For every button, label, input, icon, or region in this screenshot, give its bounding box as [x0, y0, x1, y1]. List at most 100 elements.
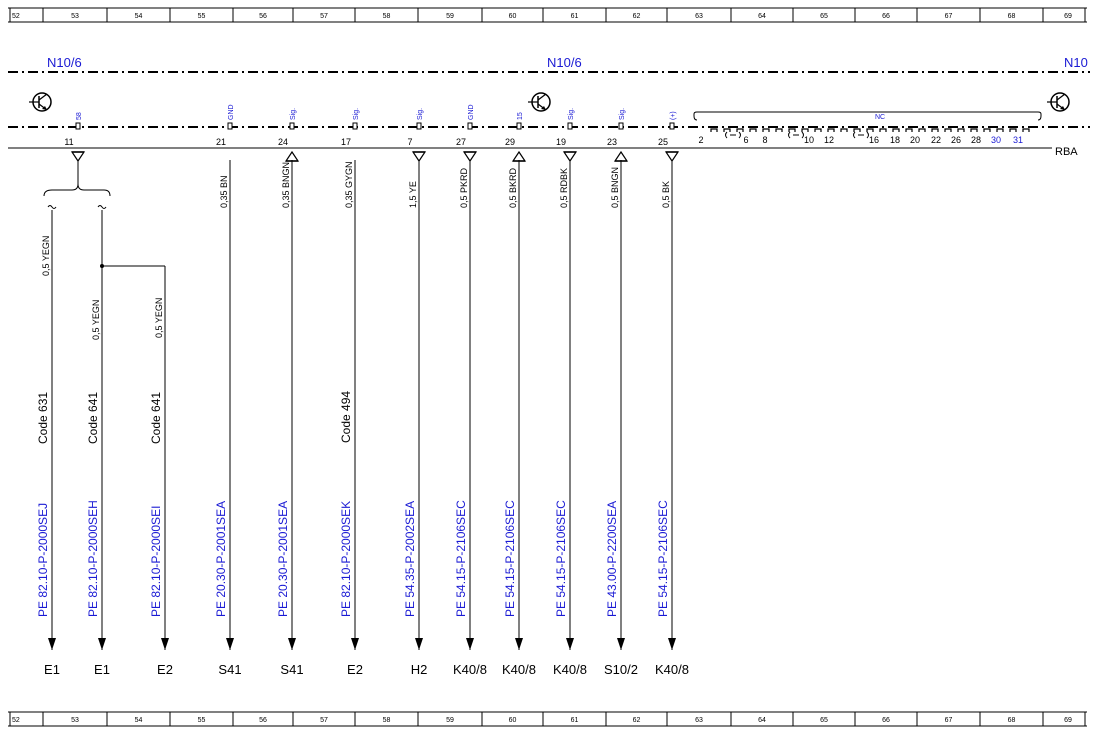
- wire-spec-label: 0,5 BNGN: [610, 167, 620, 208]
- ruler-cell-label: 59: [446, 13, 454, 20]
- reference-link: PE 82.10-P-2000SEK: [339, 501, 353, 617]
- wire-spec-label: 0,5 BK: [661, 181, 671, 208]
- nc-terminal-stub: [736, 128, 744, 132]
- nc-pin-number: 20: [910, 135, 920, 145]
- transistor-icon: [1047, 92, 1070, 112]
- connector-pin-7: Sig. 7 1,5 YE PE 54.35-P-2002SEA H2: [403, 108, 427, 677]
- signal-in-arrow-icon: [284, 150, 300, 162]
- nc-terminal-stub: [983, 128, 991, 132]
- pin-signal-label: GND: [228, 104, 235, 120]
- nc-terminal-stub: [788, 128, 796, 132]
- component-label-left: N10/6: [47, 55, 82, 70]
- pin-number: 29: [505, 137, 515, 147]
- connector-pin-29: 15 29 0,5 BKRD PE 54.15-P-2106SEC K40/8: [502, 112, 536, 677]
- ruler-cell-label: 63: [695, 717, 703, 724]
- connector-terminal-icon: [227, 122, 233, 130]
- destination-label: S10/2: [604, 662, 638, 677]
- pin-signal-label: GND: [468, 104, 475, 120]
- nc-terminal-stub: [892, 128, 900, 132]
- connector-pin-19: Sig. 19 0,5 RDBK PE 54.15-P-2106SEC K40/8: [553, 108, 587, 677]
- wire-end-arrow-icon: [351, 638, 359, 650]
- pin-signal-label: 58: [76, 112, 83, 120]
- wire-spec-label: 1,5 YE: [408, 181, 418, 208]
- nc-terminal-stub: [827, 128, 835, 132]
- pin-number: 21: [216, 137, 226, 147]
- destination-label: K40/8: [655, 662, 689, 677]
- ruler-cell-label: 65: [820, 717, 828, 724]
- pin-number: 24: [278, 137, 288, 147]
- nc-terminal-stub: [1009, 128, 1017, 132]
- ruler-cell-label: 68: [1008, 13, 1016, 20]
- option-code-label: Code 641: [149, 392, 163, 444]
- connector-pin-24: Sig. 24 0,35 BNGN PE 20.30-P-2001SEA S41: [276, 108, 304, 677]
- connector-terminal-icon: [467, 122, 473, 130]
- ruler-cell-label: 62: [633, 13, 641, 20]
- nc-terminal-stub: [944, 128, 952, 132]
- signal-out-arrow-icon: [462, 151, 478, 163]
- ruler-cell-label: 52: [12, 717, 20, 724]
- connector-terminal-icon: [289, 122, 295, 130]
- nc-terminal-stub: [957, 128, 965, 132]
- wire-end-arrow-icon: [466, 638, 474, 650]
- wire-spec-label: 0,5 BKRD: [508, 167, 518, 208]
- pin-number: 23: [607, 137, 617, 147]
- pin-signal-label: (+): [670, 111, 677, 120]
- nc-pin-number: 2: [698, 135, 703, 145]
- reference-link: PE 54.15-P-2106SEC: [454, 500, 468, 617]
- nc-terminal-stub: [905, 128, 913, 132]
- destination-label: K40/8: [502, 662, 536, 677]
- ruler-cell-label: 69: [1064, 13, 1072, 20]
- ruler-cell-label: 65: [820, 13, 828, 20]
- reference-link: PE 43.00-P-2200SEA: [605, 501, 619, 617]
- signal-in-arrow-icon: [613, 150, 629, 162]
- nc-pin-number: 22: [931, 135, 941, 145]
- nc-terminal-stub: [723, 128, 731, 132]
- signal-in-arrow-icon: [511, 150, 527, 162]
- connector-pin-11: 58 11: [64, 112, 86, 163]
- nc-terminal-stub: [840, 128, 848, 132]
- ruler-cell-label: 57: [320, 717, 328, 724]
- pin-signal-label: Sig.: [353, 108, 360, 120]
- destination-label: E2: [347, 662, 363, 677]
- option-code-label: Code 494: [339, 391, 353, 443]
- ruler-cell-label: 55: [198, 13, 206, 20]
- wire-end-arrow-icon: [566, 638, 574, 650]
- connector-pin-25: (+) 25 0,5 BK PE 54.15-P-2106SEC K40/8: [655, 111, 689, 677]
- signal-out-arrow-icon: [411, 151, 427, 163]
- wire-end-arrow-icon: [288, 638, 296, 650]
- connector-pin-23: Sig. 23 0,5 BNGN PE 43.00-P-2200SEA S10/2: [604, 108, 638, 677]
- destination-label: K40/8: [453, 662, 487, 677]
- signal-out-arrow-icon: [664, 151, 680, 163]
- wire-spec-label: 0,5 YEGN: [41, 236, 51, 276]
- pin-number: 19: [556, 137, 566, 147]
- ruler-cell-label: 64: [758, 717, 766, 724]
- nc-terminal-stub: [866, 128, 874, 132]
- nc-pin-number: 10: [804, 135, 814, 145]
- wire-spec-label: 0,35 GYGN: [344, 161, 354, 208]
- pin-number: 27: [456, 137, 466, 147]
- reference-link: PE 82.10-P-2000SEJ: [36, 503, 50, 617]
- ruler-cell-label: 53: [71, 717, 79, 724]
- nc-pin-number: 30: [991, 135, 1001, 145]
- reference-link: PE 82.10-P-2000SEH: [86, 500, 100, 617]
- destination-label: S41: [218, 662, 241, 677]
- ruler-cell-label: 54: [135, 717, 143, 724]
- connector-terminal-icon: [567, 122, 573, 130]
- wire-end-arrow-icon: [161, 638, 169, 650]
- nc-label: NC: [875, 114, 885, 121]
- nc-pin-number: 28: [971, 135, 981, 145]
- destination-label: E1: [94, 662, 110, 677]
- wire-spec-label: 0,35 BNGN: [281, 162, 291, 208]
- branch-wire-1: 0,5 YEGN Code 641 PE 82.10-P-2000SEH E1: [86, 210, 110, 677]
- branch-wire-0: 0,5 YEGN Code 631 PE 82.10-P-2000SEJ E1: [36, 210, 60, 677]
- branch-brace-icon: [43, 183, 111, 197]
- ruler-cell-label: 56: [259, 717, 267, 724]
- nc-terminal-stub: [814, 128, 822, 132]
- connector-terminal-icon: [75, 122, 81, 130]
- wire-break-icon: [47, 205, 57, 209]
- destination-label: S41: [280, 662, 303, 677]
- top-grid-ruler: 52 53 54 55 56 57 58 59 60 61 62 63 64 65 66 67 68 69: [8, 7, 1087, 23]
- nc-pin-number: 16: [869, 135, 879, 145]
- nc-terminal-stub: [879, 128, 887, 132]
- nc-terminal-stub: [762, 128, 770, 132]
